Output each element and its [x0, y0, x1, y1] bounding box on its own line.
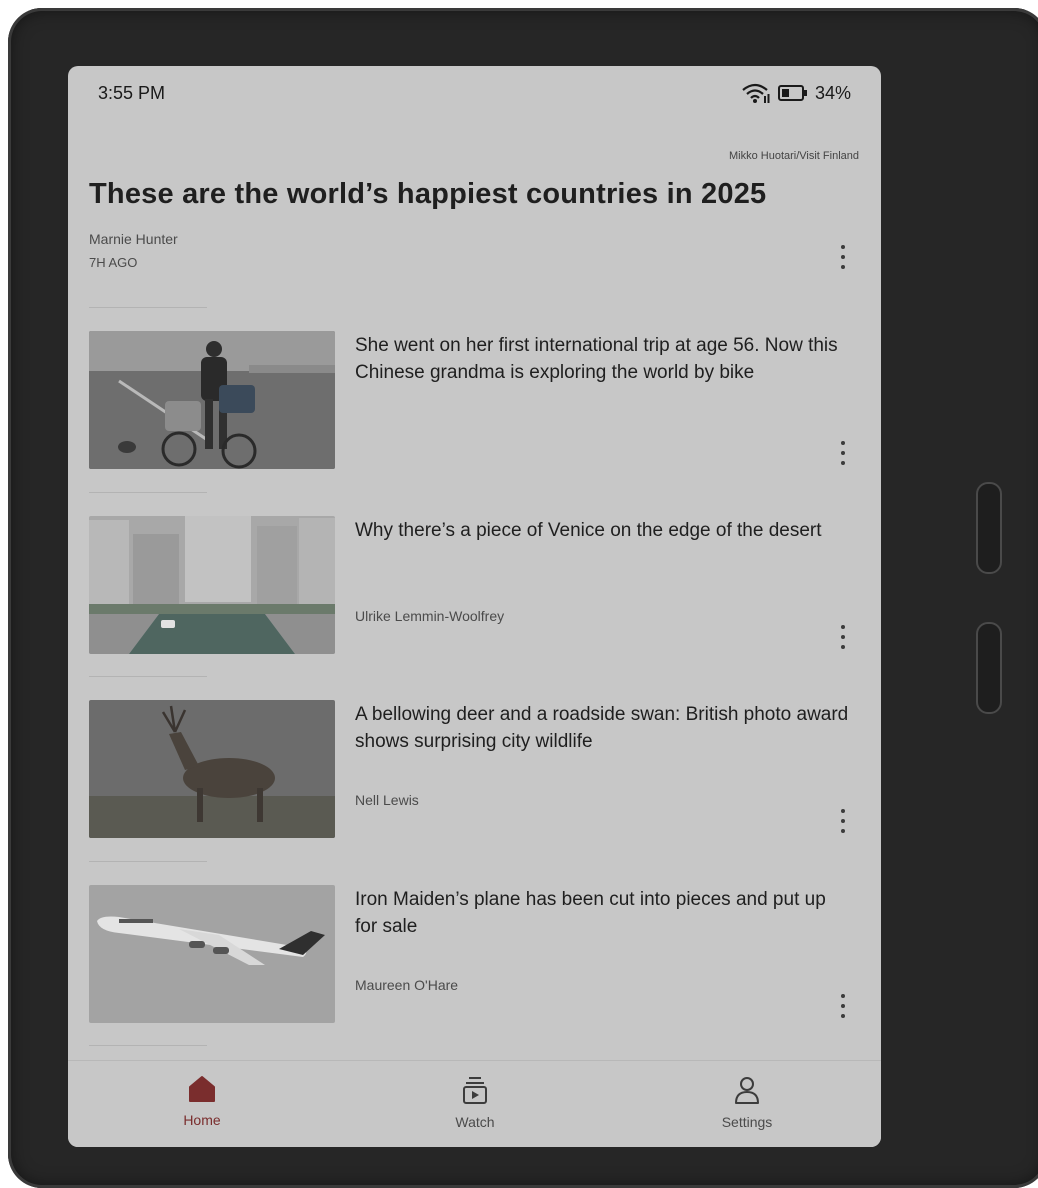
home-icon: [189, 1076, 215, 1102]
more-options-icon[interactable]: [837, 244, 849, 270]
page-forward-button[interactable]: [976, 482, 1002, 574]
screen: 3:55 PM 34% Mikko Huotari/Visit Finland …: [68, 66, 881, 1147]
wifi-icon: [742, 83, 770, 103]
list-item[interactable]: Iron Maiden’s plane has been cut into pi…: [68, 885, 881, 1025]
more-options-icon[interactable]: [837, 440, 849, 466]
nav-home[interactable]: Home: [142, 1075, 262, 1128]
watch-icon: [463, 1077, 487, 1104]
photo-credit: Mikko Huotari/Visit Finland: [728, 150, 859, 162]
hero-article-time: 7H AGO: [89, 255, 138, 270]
article-author: Nell Lewis: [355, 792, 419, 808]
nav-watch[interactable]: Watch: [415, 1075, 535, 1130]
more-options-icon[interactable]: [837, 808, 849, 834]
deer-photo: [89, 700, 335, 838]
battery-percent: 34%: [814, 82, 851, 103]
list-item[interactable]: Why there’s a piece of Venice on the edg…: [68, 516, 881, 656]
cyclist-photo: [89, 331, 335, 469]
divider: [89, 492, 207, 493]
nav-settings-label: Settings: [721, 1114, 773, 1130]
status-time: 3:55 PM: [98, 83, 166, 103]
article-author: Ulrike Lemmin-Woolfrey: [355, 608, 505, 624]
page-back-button[interactable]: [976, 622, 1002, 714]
list-item[interactable]: A bellowing deer and a roadside swan: Br…: [68, 700, 881, 840]
person-icon: [735, 1077, 759, 1104]
airplane-photo: [89, 885, 335, 1023]
divider: [89, 676, 207, 677]
nav-watch-label: Watch: [455, 1114, 495, 1130]
hero-article-title[interactable]: These are the world’s happiest countries…: [89, 178, 859, 211]
article-title[interactable]: Iron Maiden’s plane has been cut into pi…: [355, 886, 850, 940]
divider: [89, 1045, 207, 1046]
article-title[interactable]: A bellowing deer and a roadside swan: Br…: [355, 701, 850, 755]
bottom-navigation: Home Watch Settings: [68, 1060, 881, 1147]
battery-icon: [777, 85, 807, 101]
more-options-icon[interactable]: [837, 993, 849, 1019]
list-item[interactable]: She went on her first international trip…: [68, 331, 881, 471]
nav-settings[interactable]: Settings: [687, 1075, 807, 1130]
divider: [89, 861, 207, 862]
status-indicators: 34%: [741, 82, 851, 104]
canal-photo: [89, 516, 335, 654]
more-options-icon[interactable]: [837, 624, 849, 650]
e-reader-device: 3:55 PM 34% Mikko Huotari/Visit Finland …: [8, 8, 1038, 1188]
hero-article-author: Marnie Hunter: [89, 231, 178, 247]
nav-home-label: Home: [183, 1112, 221, 1128]
article-author: Maureen O'Hare: [355, 977, 459, 993]
divider: [89, 307, 207, 308]
article-title[interactable]: Why there’s a piece of Venice on the edg…: [355, 517, 850, 544]
article-title[interactable]: She went on her first international trip…: [355, 332, 850, 386]
